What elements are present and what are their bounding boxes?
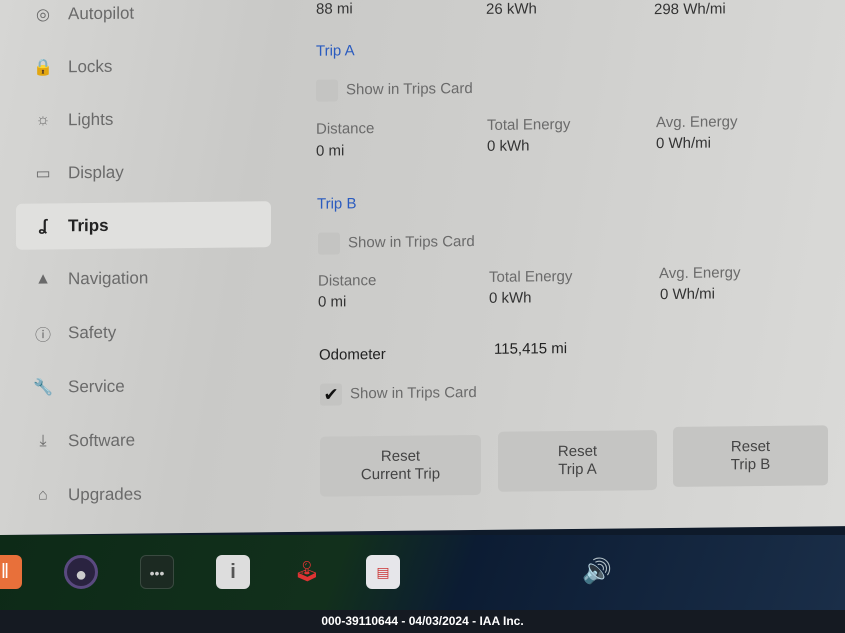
trip-a-avg: 0 Wh/mi	[656, 134, 712, 153]
trip-b-show-label: Show in Trips Card	[348, 233, 475, 252]
sidebar-item-locks[interactable]: 🔒 Locks	[16, 42, 271, 91]
trip-b-distance: 0 mi	[318, 293, 347, 311]
lock-icon: 🔒	[33, 59, 53, 77]
trip-a-show-label: Show in Trips Card	[346, 80, 473, 99]
sidebar-item-label: Display	[68, 162, 124, 183]
wrench-icon: 🔧	[33, 379, 53, 397]
navigation-icon: ▲	[35, 270, 51, 288]
sidebar-item-trips[interactable]: ʆ Trips	[16, 201, 271, 250]
watermark-footer: 000-39110644 - 04/03/2024 - IAA Inc.	[0, 610, 845, 633]
odometer-checkbox[interactable]: ✔	[320, 383, 342, 406]
trip-a-heading: Trip A	[316, 42, 355, 60]
sidebar-item-label: Trips	[68, 215, 109, 236]
sidebar-item-display[interactable]: ▭ Display	[16, 148, 271, 197]
sidebar-item-label: Upgrades	[68, 484, 142, 505]
sidebar-item-label: Locks	[68, 56, 113, 77]
sidebar-item-label: Lights	[68, 109, 114, 130]
trip-b-avg-label: Avg. Energy	[659, 264, 741, 283]
steering-wheel-icon: ◎	[36, 6, 50, 24]
sidebar-item-label: Navigation	[68, 268, 149, 289]
sidebar-item-lights[interactable]: ☼ Lights	[16, 95, 271, 144]
download-icon: ⤓	[39, 432, 47, 450]
calendar-icon[interactable]: ▤	[366, 555, 400, 589]
trip-a-distance-label: Distance	[316, 120, 375, 138]
trips-icon: ʆ	[38, 217, 48, 235]
trip-b-energy: 0 kWh	[489, 289, 532, 307]
sun-icon: ☼	[35, 111, 51, 129]
sidebar-item-label: Service	[68, 376, 125, 397]
sidebar-item-upgrades[interactable]: ⌂ Upgrades	[16, 470, 271, 519]
trip-b-avg: 0 Wh/mi	[660, 285, 716, 304]
reset-trip-b-button[interactable]: Reset Trip B	[673, 425, 828, 487]
current-distance: 88 mi	[316, 0, 353, 18]
reset-current-trip-button[interactable]: Reset Current Trip	[320, 434, 481, 497]
manual-icon[interactable]: i	[216, 555, 250, 589]
trip-b-checkbox[interactable]	[318, 232, 340, 255]
current-avg: 298 Wh/mi	[654, 0, 726, 19]
more-icon[interactable]: •••	[140, 555, 174, 589]
odometer-label: Odometer	[319, 345, 386, 364]
audio-icon[interactable]: ‖	[0, 555, 22, 589]
bag-icon: ⌂	[38, 486, 48, 504]
reset-trip-a-button[interactable]: Reset Trip A	[498, 430, 657, 492]
trip-a-checkbox[interactable]	[316, 79, 338, 102]
sidebar-item-safety[interactable]: ⓘ Safety	[16, 308, 271, 357]
trip-a-energy-label: Total Energy	[487, 116, 571, 134]
sidebar-item-autopilot[interactable]: ◎ Autopilot	[16, 0, 271, 38]
trip-a-energy: 0 kWh	[487, 137, 530, 155]
trip-b-distance-label: Distance	[318, 272, 377, 290]
sidebar-item-service[interactable]: 🔧 Service	[16, 362, 271, 411]
sidebar: ◎ Autopilot 🔒 Locks ☼ Lights ▭ Display ʆ Trips ▲ Na…	[0, 0, 280, 535]
volume-icon[interactable]: 🔊	[580, 555, 614, 589]
odometer-value: 115,415 mi	[494, 340, 568, 358]
sidebar-item-label: Autopilot	[68, 3, 135, 24]
display-icon: ▭	[35, 165, 51, 183]
dock: ‖ ● ••• i 🕹 ▤ 🔊	[0, 535, 845, 610]
sidebar-item-label: Safety	[68, 322, 117, 343]
sidebar-item-label: Software	[68, 430, 136, 451]
trip-a-distance: 0 mi	[316, 142, 345, 160]
settings-screen: ◎ Autopilot 🔒 Locks ☼ Lights ▭ Display ʆ Trips ▲ Na…	[0, 0, 845, 535]
sidebar-item-navigation[interactable]: ▲ Navigation	[16, 254, 271, 303]
current-energy: 26 kWh	[486, 0, 537, 18]
trip-b-heading: Trip B	[317, 195, 357, 213]
trip-b-energy-label: Total Energy	[489, 268, 573, 286]
camera-icon[interactable]: ●	[64, 555, 98, 589]
joystick-icon[interactable]: 🕹	[290, 555, 324, 589]
safety-icon: ⓘ	[34, 327, 51, 345]
odometer-show-label: Show in Trips Card	[350, 384, 477, 403]
trip-a-avg-label: Avg. Energy	[656, 113, 738, 132]
sidebar-item-software[interactable]: ⤓ Software	[16, 416, 271, 465]
